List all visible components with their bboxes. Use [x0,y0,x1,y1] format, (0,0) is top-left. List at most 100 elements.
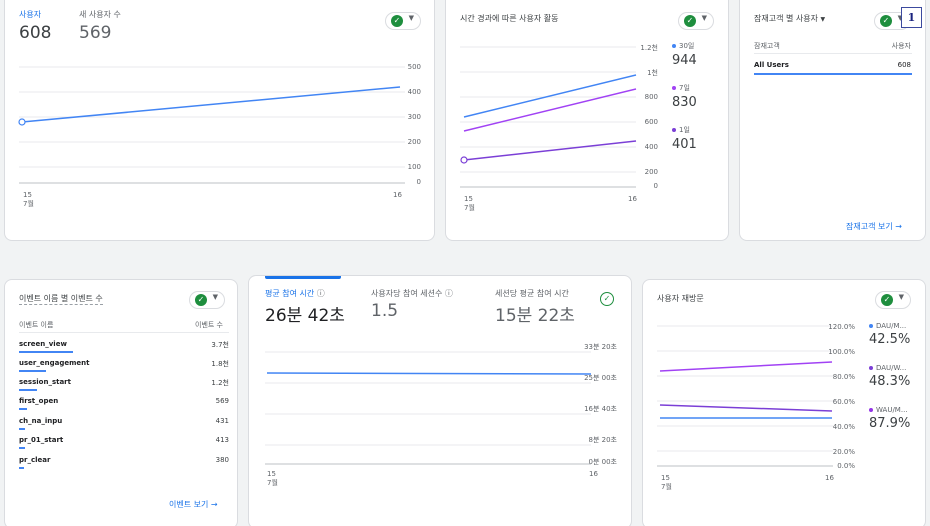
view-audiences-link[interactable]: 잠재고객 보기 → [846,221,902,232]
x-tick-sub: 7월 [464,204,475,212]
chevron-down-icon: ▼ [212,293,218,301]
engagement-card: 평균 참여 시간 ⓘ 26분 42초 사용자당 참여 세션수 ⓘ 1.5 세션당… [248,275,632,526]
event-bar [19,351,73,353]
event-count: 413 [215,436,229,444]
audience-row-name[interactable]: All Users [754,61,789,69]
users-line-chart [18,66,405,184]
legend-item: 1일 401 [672,125,697,152]
event-bar [19,370,46,372]
y-tick: 8분 20초 [588,436,617,444]
column-header: 사용자 [891,42,911,50]
y-tick: 0.0% [837,462,855,470]
event-name: screen_view [19,340,67,348]
legend-item: DAU/W... 48.3% [869,364,910,389]
x-tick-sub: 7월 [661,483,672,491]
legend-dot [672,128,676,132]
event-bar [19,389,37,391]
compare-toggle[interactable]: ✓▼ [189,291,225,309]
y-tick: 40.0% [832,423,855,431]
y-tick: 33분 20초 [584,343,617,351]
legend-item: DAU/M... 42.5% [869,322,910,347]
user-retention-card: 사용자 재방문 ✓ ▼ 120.0% 100.0% 80.0% 60.0% 40.… [642,279,926,526]
audience-card: 잠재고객 별 사용자 ▼ ✓ ▼ 1 잠재고객 사용자 All Users 608… [739,0,926,241]
y-tick: 1.2천 [640,44,658,52]
event-name: user_engagement [19,359,90,367]
table-row[interactable]: user_engagement 1.8천 [19,359,229,377]
event-bar [19,408,27,410]
y-tick: 1천 [647,69,658,77]
y-tick: 20.0% [832,448,855,456]
y-tick: 600 [644,118,658,126]
y-tick: 300 [407,113,421,121]
link-text: 이벤트 보기 [169,500,209,509]
annotation-badge: 1 [901,7,922,28]
event-count: 431 [215,417,229,425]
legend-value: 830 [672,95,697,110]
x-tick: 15 [267,470,276,478]
engagement-line-chart [265,351,592,465]
event-count: 1.8천 [211,360,229,368]
y-tick: 400 [644,143,658,151]
event-name: pr_clear [19,456,51,464]
legend-label: DAU/W... [876,364,907,372]
legend-value: 401 [672,137,697,152]
legend-label: 7일 [679,84,690,92]
legend-item: 30일 944 [672,41,697,68]
table-row[interactable]: ch_na_inpu 431 [19,417,229,435]
y-tick: 60.0% [832,398,855,406]
event-bar [19,467,24,469]
legend-value: 42.5% [869,332,911,347]
card-title[interactable]: 잠재고객 별 사용자 ▼ [754,13,825,24]
event-name: ch_na_inpu [19,417,63,425]
y-tick: 200 [644,168,658,176]
legend-item: WAU/M... 87.9% [869,406,910,431]
legend-label: 1일 [679,126,690,134]
y-tick: 100 [407,163,421,171]
event-count: 569 [215,397,229,405]
table-row[interactable]: pr_clear 380 [19,456,229,474]
retention-line-chart [657,325,833,467]
legend-value: 944 [672,53,697,68]
event-count: 3.7천 [211,341,229,349]
audience-row-value: 608 [897,61,911,69]
legend-label: DAU/M... [876,322,907,330]
y-tick: 25분 00초 [584,374,617,382]
legend-dot [672,86,676,90]
audience-row-bar [754,73,912,75]
legend-dot [672,44,676,48]
y-tick: 0 [416,178,421,186]
x-tick: 15 [464,195,473,203]
events-card: 이벤트 이름 별 이벤트 수 ✓ ▼ 이벤트 이름 이벤트 수 screen_vi… [4,279,238,526]
legend-label: WAU/M... [876,406,908,414]
event-name: session_start [19,378,71,386]
x-tick: 16 [628,195,637,203]
legend-value: 48.3% [869,374,911,389]
column-header: 이벤트 이름 [19,321,54,329]
y-tick: 800 [644,93,658,101]
y-tick: 0분 00초 [588,458,617,466]
table-row[interactable]: screen_view 3.7천 [19,340,229,358]
x-tick: 15 [661,474,670,482]
event-name: first_open [19,397,59,405]
event-bar [19,428,25,430]
check-circle-icon: ✓ [880,15,892,27]
user-activity-card: 시간 경과에 따른 사용자 활동 ✓ ▼ 1.2천 1천 800 600 400 … [445,0,729,241]
x-tick: 16 [589,470,598,478]
activity-line-chart [460,46,637,188]
column-header: 이벤트 수 [195,321,223,329]
caret-down-icon: ▼ [820,16,826,23]
view-events-link[interactable]: 이벤트 보기 → [169,499,218,510]
y-tick: 80.0% [832,373,855,381]
table-row[interactable]: pr_01_start 413 [19,436,229,454]
x-tick: 16 [825,474,834,482]
y-tick: 120.0% [828,323,855,331]
y-tick: 100.0% [828,348,855,356]
link-text: 잠재고객 보기 [846,222,893,231]
y-tick: 200 [407,138,421,146]
arrow-right-icon: → [210,500,218,509]
event-name: pr_01_start [19,436,64,444]
event-count: 1.2천 [211,379,229,387]
table-row[interactable]: session_start 1.2천 [19,378,229,396]
table-row[interactable]: first_open 569 [19,397,229,415]
arrow-right-icon: → [895,222,902,231]
